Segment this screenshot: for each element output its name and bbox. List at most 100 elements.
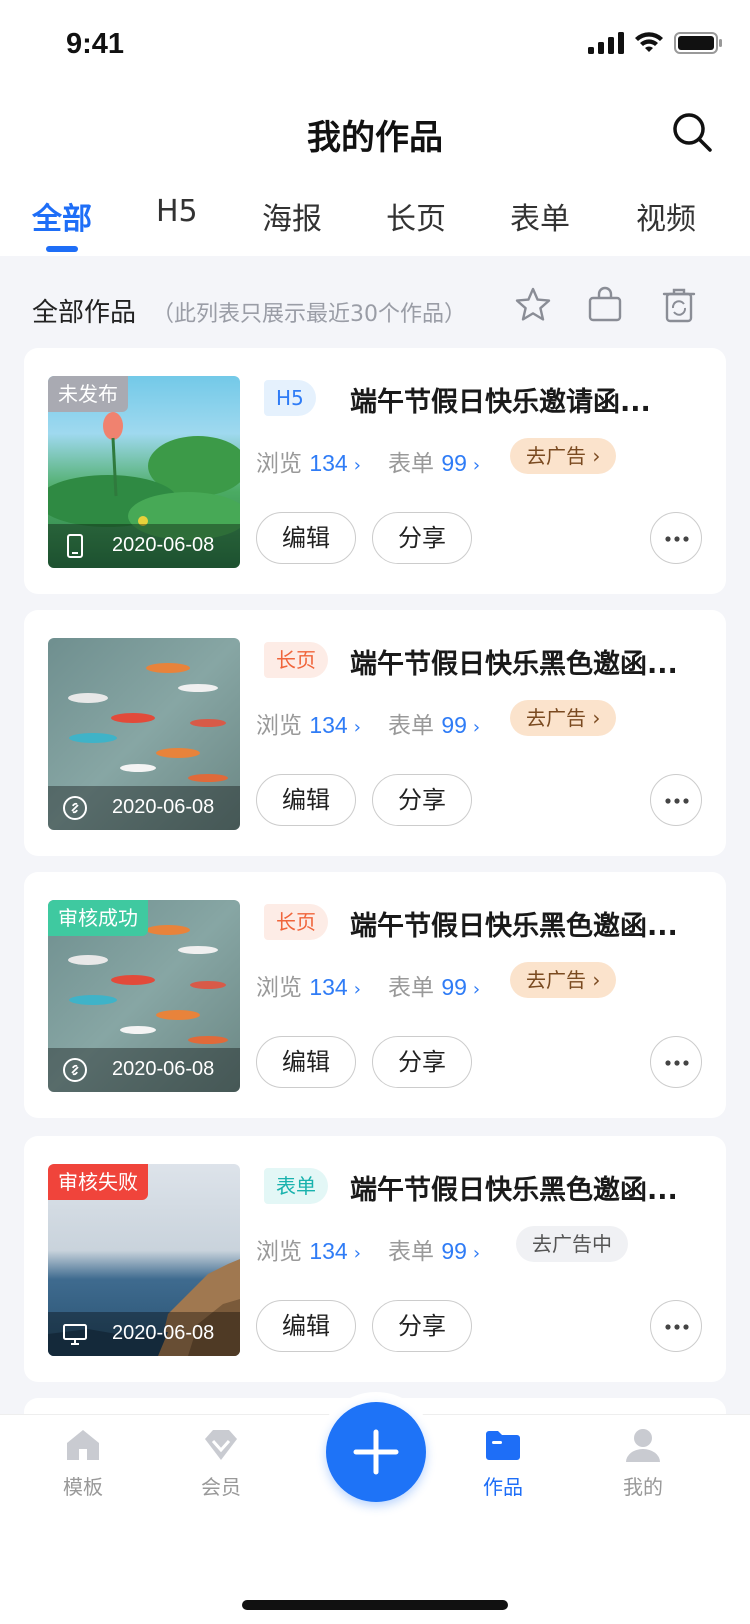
work-card[interactable]: 2020-06-08 长页 端午节假日快乐黑色邀函... 浏览 134 › 表单 … [24,610,726,856]
link-icon [63,1058,87,1082]
tab-video[interactable]: 视频 [636,194,696,238]
more-button[interactable] [650,774,702,826]
forms-label: 表单 [388,975,434,1001]
views-stat[interactable]: 浏览 134 › [256,444,361,478]
share-button[interactable]: 分享 [372,1036,472,1088]
tab-long-page[interactable]: 长页 [386,194,446,238]
chevron-right-icon: › [353,979,361,1000]
battery-icon [674,32,722,54]
link-icon [63,796,87,820]
views-stat[interactable]: 浏览 134 › [256,1232,361,1266]
status-badge: 审核成功 [48,900,148,936]
forms-label: 表单 [388,713,434,739]
forms-stat[interactable]: 表单 99 › [388,444,480,478]
tab-indicator [46,246,78,252]
share-button[interactable]: 分享 [372,512,472,564]
chevron-right-icon: › [472,455,481,476]
tab-form[interactable]: 表单 [510,194,570,238]
forms-stat[interactable]: 表单 99 › [388,968,480,1002]
more-button[interactable] [650,1036,702,1088]
forms-count: 99 [441,1238,467,1264]
edit-button[interactable]: 编辑 [256,774,356,826]
views-label: 浏览 [256,713,302,739]
forms-count: 99 [441,974,467,1000]
chevron-right-icon: › [353,455,361,476]
work-date: 2020-06-08 [112,796,215,818]
create-button[interactable] [326,1402,426,1502]
ad-removal-in-progress: 去广告中 [516,1226,628,1262]
work-thumbnail: 审核成功 2020-06-08 [48,900,240,1092]
type-tag: 长页 [264,904,328,940]
tab-poster[interactable]: 海报 [262,194,322,238]
more-button[interactable] [650,512,702,564]
thumbnail-footer: 2020-06-08 [48,1312,240,1356]
share-button[interactable]: 分享 [372,1300,472,1352]
tabbar-item-membership[interactable]: 会员 [176,1425,266,1500]
remove-ads-button[interactable]: 去广告 › [510,438,617,474]
edit-button[interactable]: 编辑 [256,1036,356,1088]
page-title: 我的作品 [307,118,443,158]
tabbar-item-templates[interactable]: 模板 [38,1425,128,1500]
chevron-right-icon: › [353,717,361,738]
work-card[interactable]: 审核失败 2020-06-08 表单 端午节假日快乐黑色邀函... 浏览 134… [24,1136,726,1382]
thumbnail-footer: 2020-06-08 [48,1048,240,1092]
work-title[interactable]: 端午节假日快乐黑色邀函... [350,1168,700,1207]
status-badge: 审核失败 [48,1164,148,1200]
work-date: 2020-06-08 [112,1058,215,1080]
folder-icon [486,1431,520,1460]
more-dots-icon [665,798,689,804]
chevron-right-icon: › [472,1243,481,1264]
plus-icon [353,1429,399,1475]
more-button[interactable] [650,1300,702,1352]
views-count: 134 [309,450,348,476]
tabbar-item-works[interactable]: 作品 [458,1425,548,1500]
recycle-bin-icon[interactable] [660,286,698,324]
type-tag: H5 [264,380,316,416]
status-badge: 未发布 [48,376,128,412]
tabbar-label: 会员 [201,1475,241,1499]
mobile-icon [67,534,83,558]
search-icon[interactable] [670,110,714,154]
tab-h5[interactable]: H5 [156,194,198,229]
tab-all[interactable]: 全部 [32,194,92,238]
work-title[interactable]: 端午节假日快乐黑色邀函... [350,642,700,681]
tabbar-label: 我的 [623,1475,663,1499]
category-tabs: 全部 H5 海报 长页 表单 视频 [0,176,750,256]
type-tag: 长页 [264,642,328,678]
forms-label: 表单 [388,1239,434,1265]
section-header: 全部作品 （此列表只展示最近30个作品） [0,256,750,360]
remove-ads-button[interactable]: 去广告 › [510,700,617,736]
chevron-right-icon: › [472,717,481,738]
work-card[interactable]: 审核成功 2020-06-08 长页 端午节假日快乐黑色邀函... 浏览 134… [24,872,726,1118]
tabbar-label: 模板 [63,1475,103,1499]
status-bar: 9:41 [0,0,750,92]
user-icon [626,1429,660,1462]
work-card[interactable]: 未发布 2020-06-08 H5 端午节假日快乐邀请函... 浏览 134 › … [24,348,726,594]
views-stat[interactable]: 浏览 134 › [256,968,361,1002]
views-stat[interactable]: 浏览 134 › [256,706,361,740]
bag-icon[interactable] [586,286,624,324]
work-title[interactable]: 端午节假日快乐邀请函... [350,380,700,419]
work-thumbnail: 未发布 2020-06-08 [48,376,240,568]
edit-button[interactable]: 编辑 [256,1300,356,1352]
remove-ads-button[interactable]: 去广告 › [510,962,617,998]
edit-button[interactable]: 编辑 [256,512,356,564]
signal-icon [588,32,624,54]
diamond-icon [205,1430,237,1460]
work-date: 2020-06-08 [112,534,215,556]
views-count: 134 [309,1238,348,1264]
work-thumbnail: 2020-06-08 [48,638,240,830]
home-indicator [242,1600,508,1610]
star-icon[interactable] [514,286,552,324]
work-title[interactable]: 端午节假日快乐黑色邀函... [350,904,700,943]
home-icon [67,1430,99,1460]
thumbnail-footer: 2020-06-08 [48,786,240,830]
forms-stat[interactable]: 表单 99 › [388,706,480,740]
views-label: 浏览 [256,975,302,1001]
views-label: 浏览 [256,1239,302,1265]
forms-stat[interactable]: 表单 99 › [388,1232,480,1266]
share-button[interactable]: 分享 [372,774,472,826]
thumbnail-footer: 2020-06-08 [48,524,240,568]
forms-count: 99 [441,450,467,476]
tabbar-item-mine[interactable]: 我的 [598,1425,688,1500]
